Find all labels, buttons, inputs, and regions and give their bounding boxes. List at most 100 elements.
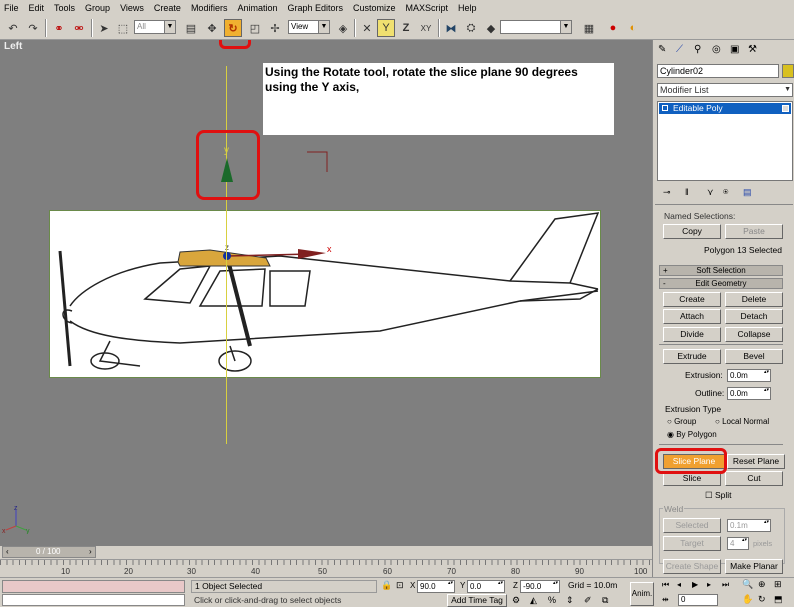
menu-group[interactable]: Group [85,3,110,13]
split-checkbox[interactable]: ☐ Split [705,490,732,501]
y-coord-field[interactable]: 0.0 [467,580,505,593]
reset-plane-button[interactable]: Reset Plane [727,454,785,469]
lock-selection-icon[interactable]: 🔒 [381,580,392,591]
maximize-viewport-icon[interactable]: ⬒ [774,594,783,605]
attach-button[interactable]: Attach [663,309,721,324]
zoom-all-icon[interactable]: ⊕ [758,579,766,590]
reference-coordinate-dropdown[interactable]: View ▼ [288,20,330,34]
named-selection-icon[interactable]: ◆ [482,19,500,37]
weld-threshold-spinner[interactable]: 0.1m [727,519,771,532]
named-selection-sets-dropdown[interactable]: ▼ [500,20,572,34]
zoom-icon[interactable]: 🔍 [742,579,753,590]
remove-modifier-icon[interactable]: ⍟ [723,187,728,198]
align-icon[interactable]: ⛭ [462,19,480,37]
mirror-icon[interactable]: ⧓ [442,19,460,37]
select-object-icon[interactable]: ➤ [95,19,113,37]
weld-selected-button[interactable]: Selected [663,518,721,533]
make-planar-button[interactable]: Make Planar [725,559,783,574]
previous-frame-icon[interactable]: ◂ [677,580,681,589]
tab-modify-icon[interactable]: ⟋ [676,44,683,55]
menu-customize[interactable]: Customize [353,3,396,13]
absolute-mode-icon[interactable]: ⊡ [396,580,404,591]
edit-geometry-rollout[interactable]: - Edit Geometry [659,278,783,289]
pin-stack-icon[interactable]: ⊸ [663,187,671,198]
menu-animation[interactable]: Animation [237,3,277,13]
weld-target-button[interactable]: Target [663,536,721,551]
menu-views[interactable]: Views [120,3,144,13]
select-region-icon[interactable]: ⬚ [114,19,132,37]
copy-button[interactable]: Copy [663,224,721,239]
show-end-result-icon[interactable]: ‖ [685,187,689,197]
stack-toggle-icon[interactable] [782,105,789,112]
divide-button[interactable]: Divide [663,327,721,342]
x-axis-arrow-icon[interactable] [298,249,326,259]
go-to-end-icon[interactable]: ⏭ [722,580,729,590]
menu-modifiers[interactable]: Modifiers [191,3,228,13]
object-name-field[interactable]: Cylinder02 [657,64,779,78]
zoom-extents-icon[interactable]: ⊞ [774,579,782,590]
extrude-button[interactable]: Extrude [663,349,721,364]
menu-maxscript[interactable]: MAXScript [406,3,449,13]
select-and-link-icon[interactable]: ⚭ [50,19,68,37]
stack-item-editable-poly[interactable]: Editable Poly [659,103,791,114]
select-by-name-icon[interactable]: ▤ [182,19,200,37]
spinner-snap-icon[interactable]: ⇕ [566,595,574,606]
cut-button[interactable]: Cut [725,471,783,486]
configure-sets-icon[interactable]: ▤ [743,187,752,198]
tab-create-icon[interactable]: ✎ [658,44,666,55]
play-icon[interactable]: ▶ [692,580,698,589]
add-time-tag-button[interactable]: Add Time Tag [447,594,507,607]
menu-help[interactable]: Help [458,3,477,13]
menu-file[interactable]: File [4,3,19,13]
gizmo-center-icon[interactable] [223,252,231,260]
next-frame-icon[interactable]: ▸ [707,580,711,589]
auto-key-button[interactable]: Anim. [630,582,654,606]
pan-icon[interactable]: ✋ [742,594,753,605]
menu-create[interactable]: Create [154,3,181,13]
extrusion-spinner[interactable]: 0.0m [727,369,771,382]
x-coord-field[interactable]: 90.0 [417,580,455,593]
angle-snap-icon[interactable]: ◭ [530,595,537,606]
object-color-swatch[interactable] [782,64,794,78]
restrict-z-icon[interactable]: Z [397,19,415,37]
local-normal-radio[interactable]: ○ Local Normal [715,417,769,426]
target-pixels-spinner[interactable]: 4 [727,537,749,550]
make-unique-icon[interactable]: ⋎ [707,187,714,198]
select-and-rotate-icon[interactable]: ↻ [224,19,242,37]
modifier-list-dropdown[interactable]: Modifier List ▼ [657,83,793,97]
restrict-y-icon[interactable]: Y [377,19,395,37]
menu-tools[interactable]: Tools [54,3,75,13]
create-shape-button[interactable]: Create Shape [663,559,721,574]
tab-hierarchy-icon[interactable]: ⚲ [694,44,701,55]
create-button[interactable]: Create [663,292,721,307]
time-slider[interactable]: ‹ 0 / 100 › [2,546,96,558]
current-frame-field[interactable]: 0 [678,594,718,606]
bevel-button[interactable]: Bevel [725,349,783,364]
material-editor-icon[interactable]: ● [604,19,622,37]
restrict-x-icon[interactable]: ✕ [358,19,376,37]
viewport-label[interactable]: Left [4,41,22,52]
edit-named-selections-icon[interactable]: ✐ [584,595,592,606]
select-and-scale-icon[interactable]: ◰ [246,19,264,37]
collapse-button[interactable]: Collapse [725,327,783,342]
detach-button[interactable]: Detach [725,309,783,324]
mirror-tool-icon[interactable]: ⧉ [602,595,608,606]
tab-display-icon[interactable]: ▣ [730,44,739,55]
maxscript-listener-white[interactable] [2,594,185,606]
arc-rotate-icon[interactable]: ↻ [758,594,766,605]
slice-plane-gizmo[interactable]: x z [170,240,340,280]
viewport-left[interactable]: Left Using the Rotate tool, rotate the s… [0,40,652,546]
go-to-start-icon[interactable]: ⏮ [662,580,669,590]
by-polygon-radio[interactable]: ◉ By Polygon [667,430,717,439]
schematic-view-icon[interactable]: ▦ [580,19,598,37]
menu-edit[interactable]: Edit [29,3,45,13]
percent-snap-icon[interactable]: % [548,595,556,605]
selection-filter-dropdown[interactable]: All ▼ [134,20,176,34]
redo-icon[interactable]: ↷ [24,19,42,37]
soft-selection-rollout[interactable]: + Soft Selection [659,265,783,276]
render-scene-icon[interactable]: ◐ [624,19,642,37]
slider-prev-icon[interactable]: ‹ [6,547,9,557]
tab-utilities-icon[interactable]: ⚒ [748,44,757,55]
slider-next-icon[interactable]: › [89,547,92,557]
maxscript-listener-pink[interactable] [2,580,185,593]
